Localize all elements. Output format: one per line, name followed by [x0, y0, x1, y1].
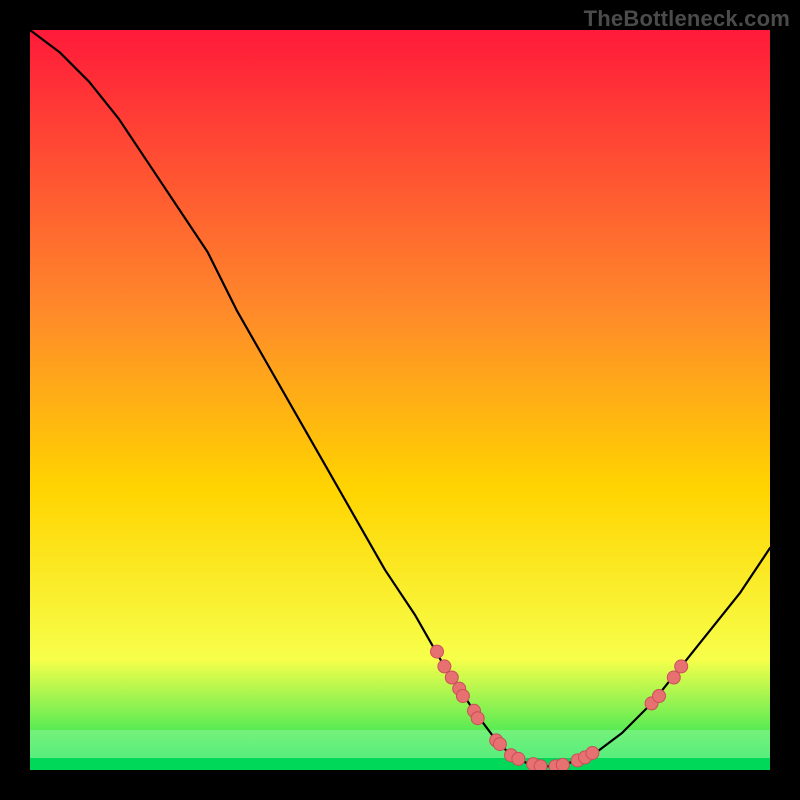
data-marker	[493, 738, 506, 751]
bottom-edge	[30, 758, 770, 770]
data-marker	[667, 671, 680, 684]
data-marker	[556, 758, 569, 770]
data-marker	[586, 746, 599, 759]
data-marker	[534, 760, 547, 770]
data-marker	[653, 690, 666, 703]
data-marker	[438, 660, 451, 673]
plot-area	[30, 30, 770, 770]
gradient-background	[30, 30, 770, 770]
data-marker	[445, 671, 458, 684]
data-marker	[471, 712, 484, 725]
data-marker	[456, 690, 469, 703]
data-marker	[675, 660, 688, 673]
data-marker	[512, 752, 525, 765]
watermark-text: TheBottleneck.com	[584, 6, 790, 32]
chart-frame: TheBottleneck.com	[0, 0, 800, 800]
data-marker	[431, 645, 444, 658]
plot-svg	[30, 30, 770, 770]
